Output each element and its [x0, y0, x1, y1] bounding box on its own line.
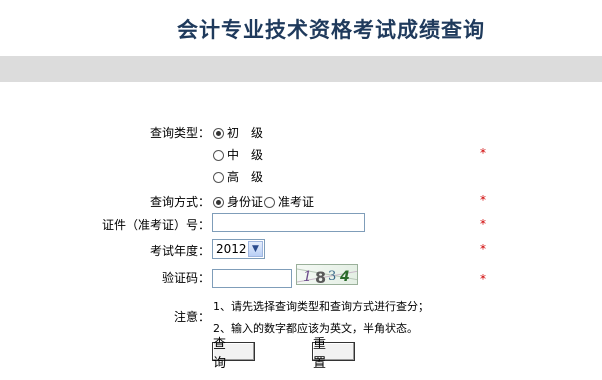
query-method-id-card-label: 身份证	[227, 195, 264, 209]
captcha-input[interactable]	[212, 269, 292, 288]
captcha-image[interactable]: 1 8 3 4	[296, 264, 358, 285]
radio-intermediate[interactable]	[213, 150, 224, 161]
radio-admission[interactable]	[264, 197, 276, 208]
query-method-id-card[interactable]: 身份证	[213, 195, 263, 209]
exam-year-value: 2012	[216, 242, 247, 256]
reset-button[interactable]: 重 置	[312, 337, 355, 371]
notes-label: 注意：	[173, 310, 210, 324]
required-mark: *	[480, 242, 486, 256]
exam-year-label: 考试年度：	[149, 244, 210, 258]
query-button[interactable]: 查 询	[212, 337, 255, 371]
radio-senior[interactable]	[213, 172, 224, 183]
query-method-admission-label: 准考证	[278, 195, 315, 209]
required-mark: *	[480, 272, 486, 286]
exam-year-select[interactable]: 2012 ▼	[212, 239, 265, 259]
query-type-option-junior[interactable]: 初 级	[213, 124, 263, 141]
query-method-options: 身份证 准考证	[213, 193, 314, 210]
query-type-option-intermediate[interactable]: 中 级	[213, 146, 263, 163]
page-title: 会计专业技术资格考试成绩查询	[177, 18, 485, 42]
id-number-label: 证件（准考证）号：	[101, 218, 210, 232]
query-type-label: 查询类型：	[149, 126, 210, 140]
query-type-junior-label: 初 级	[227, 126, 264, 140]
svg-text:3: 3	[328, 269, 336, 284]
query-method-label: 查询方式：	[149, 195, 210, 209]
note-line-1: 1、请先选择查询类型和查询方式进行查分；	[213, 300, 429, 313]
svg-text:1: 1	[303, 269, 312, 285]
captcha-label: 验证码：	[161, 271, 210, 285]
query-type-option-senior[interactable]: 高 级	[213, 168, 263, 185]
captcha-image-graphic: 1 8 3 4	[297, 268, 357, 285]
header-band	[0, 56, 602, 82]
radio-id-card[interactable]	[213, 197, 224, 208]
svg-text:4: 4	[339, 269, 350, 285]
id-number-input[interactable]	[212, 213, 365, 232]
query-method-admission[interactable]: 准考证	[263, 195, 314, 209]
query-type-senior-label: 高 级	[227, 170, 264, 184]
chevron-down-icon[interactable]: ▼	[248, 241, 263, 257]
svg-text:8: 8	[315, 268, 326, 285]
radio-junior[interactable]	[213, 128, 224, 139]
required-mark: *	[480, 217, 486, 231]
required-mark: *	[480, 146, 486, 160]
required-mark: *	[480, 193, 486, 207]
query-type-intermediate-label: 中 级	[227, 148, 264, 162]
